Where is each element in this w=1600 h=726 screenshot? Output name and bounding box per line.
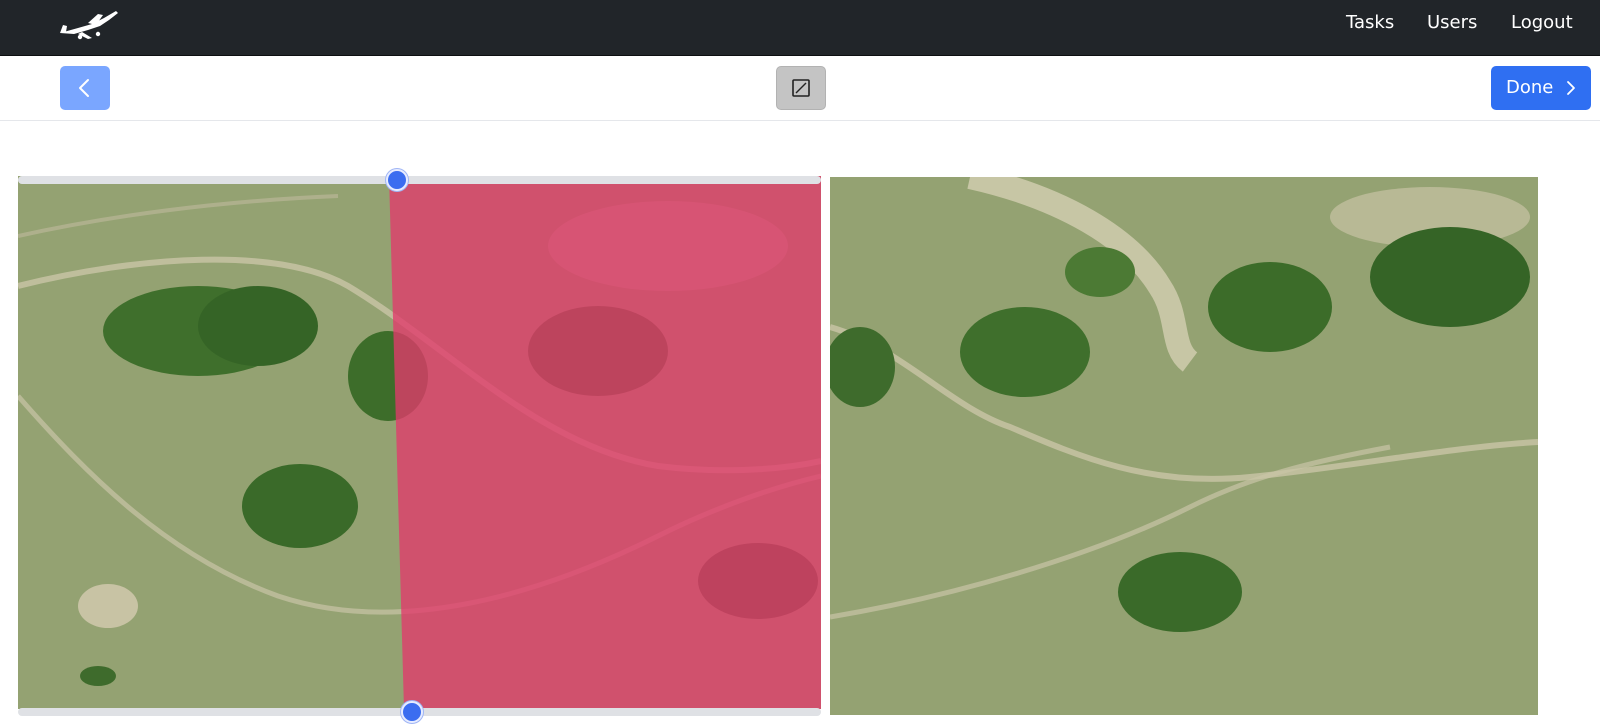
left-aerial-image[interactable] (18, 176, 821, 709)
done-button-label: Done (1506, 77, 1554, 98)
airplane-logo-icon[interactable] (58, 6, 120, 42)
right-aerial-image[interactable] (830, 177, 1538, 715)
back-button[interactable] (60, 66, 110, 110)
nav-link-users[interactable]: Users (1427, 12, 1477, 33)
nav-link-logout[interactable]: Logout (1511, 12, 1573, 33)
edit-mode-button[interactable] (776, 66, 826, 110)
navbar: Tasks Users Logout (0, 0, 1600, 56)
nav-link-tasks[interactable]: Tasks (1346, 12, 1394, 33)
bottom-split-handle[interactable] (401, 701, 423, 723)
chevron-left-icon (79, 79, 89, 97)
chevron-right-icon (1567, 81, 1575, 95)
top-split-track[interactable] (18, 176, 821, 184)
top-split-handle[interactable] (386, 169, 408, 191)
edit-square-icon (792, 79, 810, 97)
done-button[interactable]: Done (1491, 66, 1591, 110)
toolbar: Done (0, 56, 1600, 121)
